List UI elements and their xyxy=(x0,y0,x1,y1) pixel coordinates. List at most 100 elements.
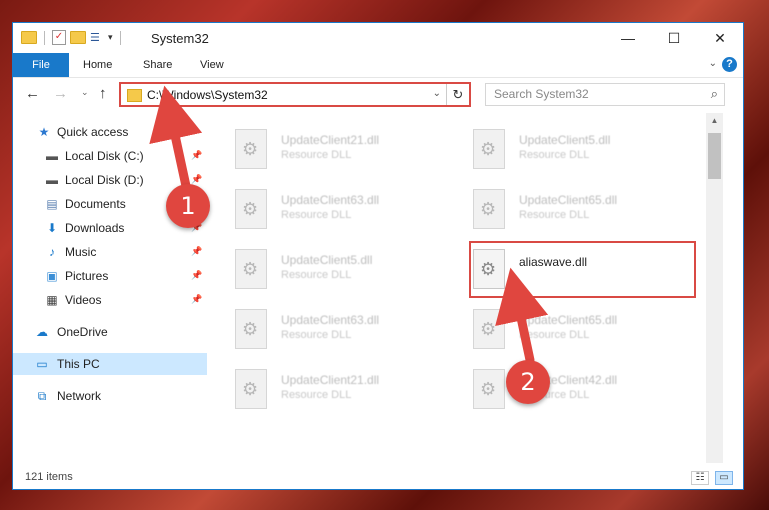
back-arrow-icon[interactable]: ← xyxy=(25,86,40,102)
file-type: Resource DLL xyxy=(281,209,352,221)
file-name: UpdateClient21.dll xyxy=(281,133,380,147)
tab-file[interactable]: File xyxy=(13,53,69,77)
quick-access-toolbar: ✓ ☰ ▾ xyxy=(21,30,124,45)
file-item[interactable]: ⚙ UpdateClient65.dll Resource DLL xyxy=(451,303,681,359)
file-name: UpdateClient63.dll xyxy=(281,193,380,207)
scroll-up-icon[interactable]: ▲ xyxy=(706,113,723,129)
file-type: Resource DLL xyxy=(281,389,352,401)
drive-icon: ▬ xyxy=(46,149,58,163)
sidebar-item-label: Downloads xyxy=(65,221,125,235)
dll-file-icon: ⚙ xyxy=(473,189,505,229)
tab-view[interactable]: View xyxy=(200,53,224,77)
help-button[interactable]: ? xyxy=(722,57,737,72)
sidebar-item-label: Pictures xyxy=(65,269,109,283)
navigation-pane: ★ Quick access ▬ Local Disk (C:) 📌 ▬ Loc… xyxy=(13,113,207,463)
window-controls: — ☐ ✕ xyxy=(605,23,743,53)
dll-file-icon: ⚙ xyxy=(235,369,267,409)
file-item[interactable]: ⚙ UpdateClient42.dll Resource DLL xyxy=(451,363,681,419)
file-type: Resource DLL xyxy=(519,209,590,221)
gear-icon: ⚙ xyxy=(480,319,497,339)
minimize-button[interactable]: — xyxy=(605,23,651,53)
sidebar-item-videos[interactable]: ▦ Videos 📌 xyxy=(13,289,207,311)
sidebar-item-network[interactable]: ⧉ Network xyxy=(13,385,207,407)
tab-home[interactable]: Home xyxy=(83,53,112,77)
address-bar[interactable]: C:\Windows\System32 ⌄ ↻ xyxy=(119,82,471,107)
sidebar-item-onedrive[interactable]: ☁ OneDrive xyxy=(13,321,207,343)
view-switcher: ☷ ▭ xyxy=(691,471,733,485)
refresh-icon[interactable]: ↻ xyxy=(446,84,469,105)
details-view-icon[interactable]: ☷ xyxy=(691,471,709,485)
sidebar-item-label: Local Disk (D:) xyxy=(65,173,144,187)
highlight-box-file xyxy=(469,241,696,298)
expand-ribbon-chevron-icon[interactable]: ⌄ xyxy=(709,58,717,69)
tab-share[interactable]: Share xyxy=(143,53,172,77)
file-type: Resource DLL xyxy=(281,269,352,281)
dll-file-icon: ⚙ xyxy=(473,309,505,349)
file-item[interactable]: ⚙ UpdateClient5.dll Resource DLL xyxy=(451,123,681,179)
dll-file-icon: ⚙ xyxy=(473,369,505,409)
file-name: UpdateClient65.dll xyxy=(519,313,618,327)
sidebar-item-quick-access[interactable]: ★ Quick access xyxy=(13,121,207,143)
vertical-scrollbar[interactable]: ▲ xyxy=(706,113,723,463)
forward-arrow-icon[interactable]: → xyxy=(53,86,68,102)
close-button[interactable]: ✕ xyxy=(697,23,743,53)
annotation-badge-2: 2 xyxy=(506,360,550,404)
explorer-window: ✓ ☰ ▾ System32 — ☐ ✕ File Home Share Vie… xyxy=(12,22,744,490)
cloud-icon: ☁ xyxy=(36,325,48,339)
file-type: Resource DLL xyxy=(519,149,590,161)
window-title: System32 xyxy=(151,31,209,46)
view-list-icon[interactable]: ☰ xyxy=(90,32,104,44)
sidebar-item-label: This PC xyxy=(57,357,100,371)
up-arrow-icon[interactable]: ↑ xyxy=(99,86,107,102)
ribbon-tabs: File Home Share View ⌄ ? xyxy=(13,53,743,78)
separator xyxy=(119,30,121,45)
network-icon: ⧉ xyxy=(37,389,47,403)
file-list: ⚙ UpdateClient21.dll Resource DLL ⚙ Upda… xyxy=(213,113,723,463)
file-name: UpdateClient21.dll xyxy=(281,373,380,387)
file-item[interactable]: ⚙ UpdateClient65.dll Resource DLL xyxy=(451,183,681,239)
file-item[interactable]: ⚙ UpdateClient5.dll Resource DLL xyxy=(213,243,443,299)
address-path[interactable]: C:\Windows\System32 xyxy=(147,88,268,102)
pin-icon[interactable]: 📌 xyxy=(191,246,202,257)
sidebar-item-label: OneDrive xyxy=(57,325,108,339)
gear-icon: ⚙ xyxy=(480,379,497,399)
file-name: UpdateClient5.dll xyxy=(519,133,611,147)
sidebar-item-music[interactable]: ♪ Music 📌 xyxy=(13,241,207,263)
large-icons-view-icon[interactable]: ▭ xyxy=(715,471,733,485)
properties-check-icon[interactable]: ✓ xyxy=(52,30,66,45)
sidebar-item-label: Music xyxy=(65,245,97,259)
gear-icon: ⚙ xyxy=(242,259,259,279)
dll-file-icon: ⚙ xyxy=(235,249,267,289)
file-type: Resource DLL xyxy=(281,329,352,341)
gear-icon: ⚙ xyxy=(242,139,259,159)
pin-icon[interactable]: 📌 xyxy=(191,150,202,161)
pin-icon[interactable]: 📌 xyxy=(191,294,202,305)
music-icon: ♪ xyxy=(49,245,55,259)
folder-icon xyxy=(127,89,142,102)
file-item[interactable]: ⚙ UpdateClient21.dll Resource DLL xyxy=(213,363,443,419)
recent-locations-chevron-icon[interactable]: ⌄ xyxy=(81,87,89,98)
sidebar-item-pictures[interactable]: ▣ Pictures 📌 xyxy=(13,265,207,287)
status-bar: 121 items ☷ ▭ xyxy=(13,465,743,489)
pin-icon[interactable]: 📌 xyxy=(191,270,202,281)
pin-icon[interactable]: 📌 xyxy=(191,174,202,185)
file-name: UpdateClient65.dll xyxy=(519,193,618,207)
address-dropdown-chevron-icon[interactable]: ⌄ xyxy=(433,88,441,99)
customize-qat-chevron-icon[interactable]: ▾ xyxy=(108,32,113,43)
file-item[interactable]: ⚙ UpdateClient21.dll Resource DLL xyxy=(213,123,443,179)
pictures-icon: ▣ xyxy=(46,269,58,283)
file-item[interactable]: ⚙ UpdateClient63.dll Resource DLL xyxy=(213,303,443,359)
annotation-badge-1: 1 xyxy=(166,184,210,228)
sidebar-item-this-pc[interactable]: ▭ This PC xyxy=(13,353,207,375)
scrollbar-thumb[interactable] xyxy=(708,133,721,179)
sidebar-item-label: Documents xyxy=(65,197,126,211)
dll-file-icon: ⚙ xyxy=(235,309,267,349)
gear-icon: ⚙ xyxy=(242,379,259,399)
sidebar-item-local-disk-c[interactable]: ▬ Local Disk (C:) 📌 xyxy=(13,145,207,167)
folder-icon[interactable] xyxy=(21,31,37,44)
item-count: 121 items xyxy=(25,471,73,483)
maximize-button[interactable]: ☐ xyxy=(651,23,697,53)
search-input[interactable]: Search System32 ⌕ xyxy=(485,83,725,106)
new-folder-icon[interactable] xyxy=(70,31,86,44)
file-item[interactable]: ⚙ UpdateClient63.dll Resource DLL xyxy=(213,183,443,239)
